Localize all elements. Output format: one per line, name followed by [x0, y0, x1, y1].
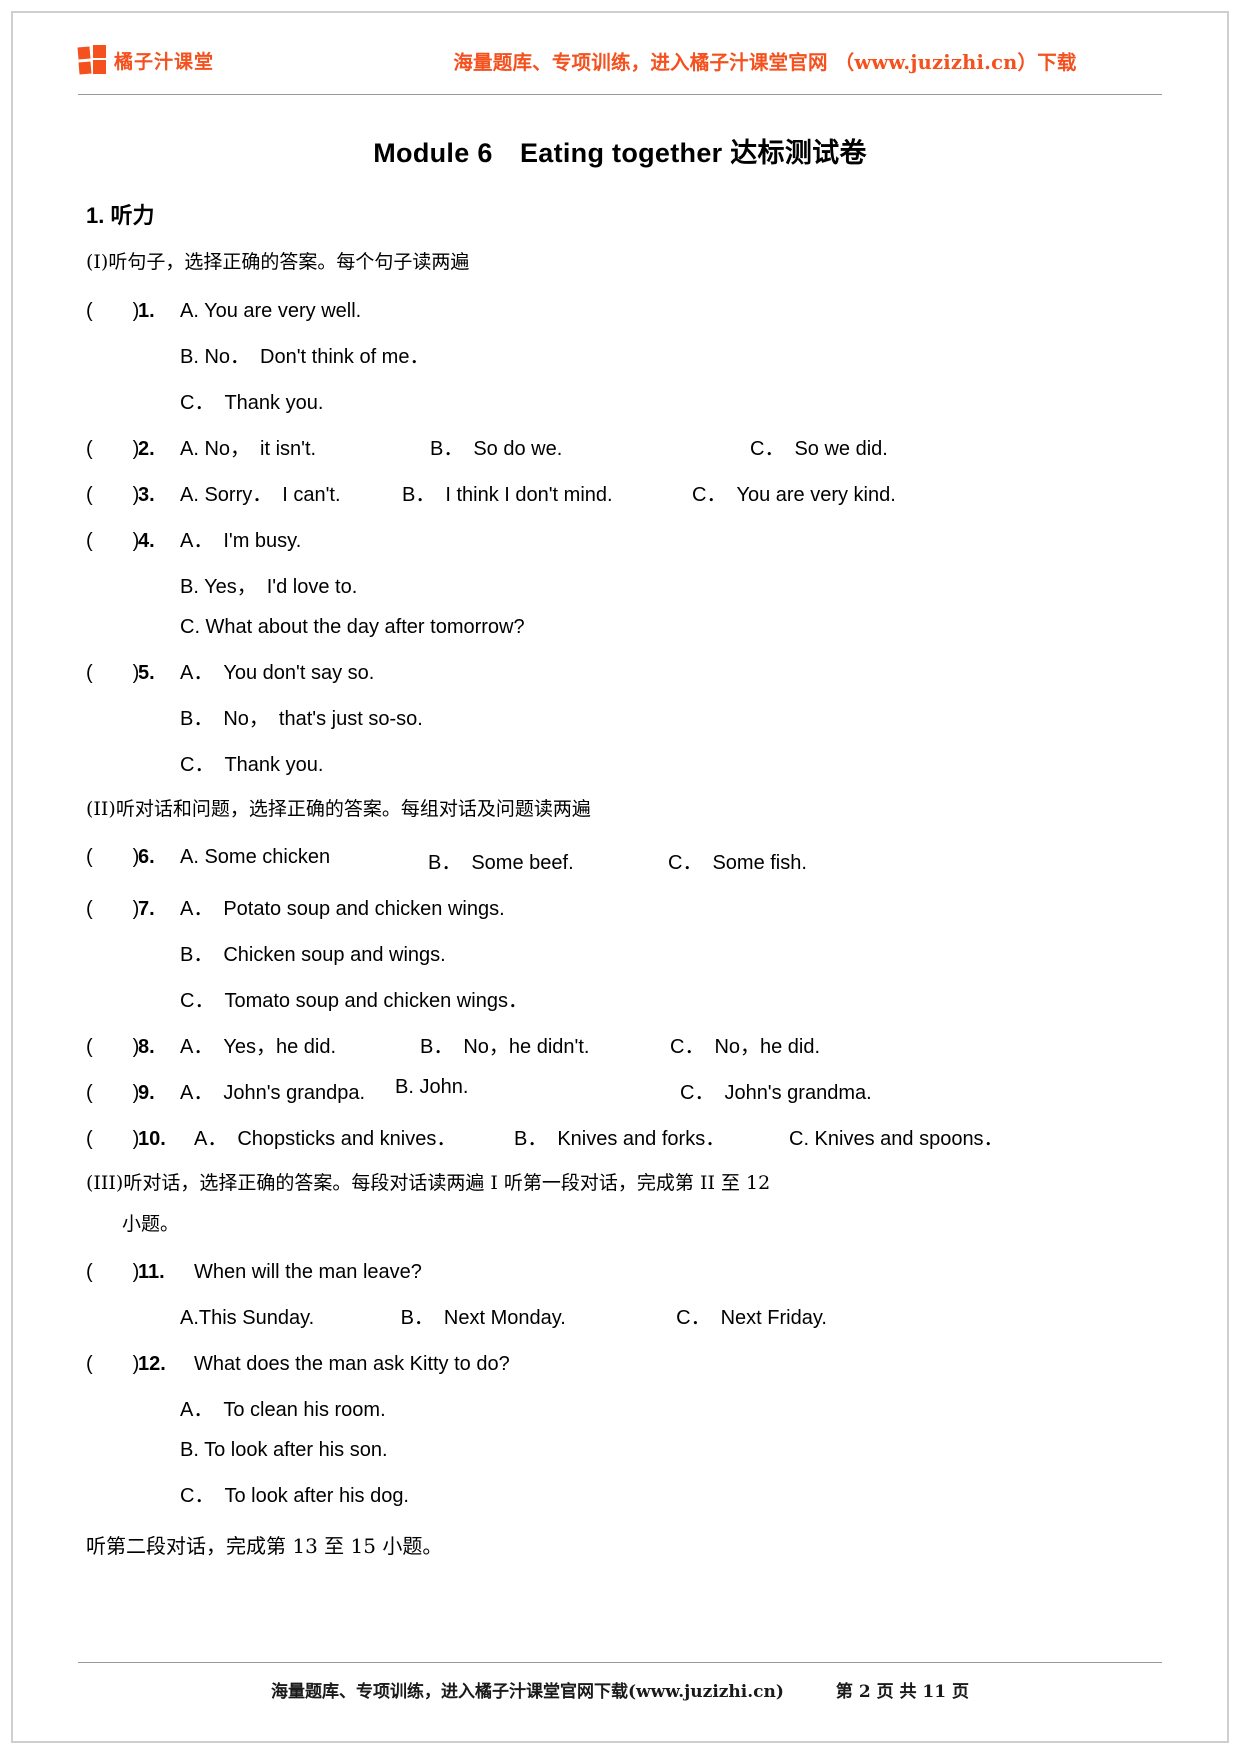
option-a: A． Potato soup and chicken wings. [180, 898, 505, 920]
question-stem: When will the man leave? [194, 1261, 422, 1283]
option-a: A． John's grandpa. [180, 1082, 366, 1104]
option-b: B． Some beef. [428, 852, 574, 874]
option-b: B． Knives and forks． [514, 1128, 726, 1150]
option-c: C． Some fish. [668, 852, 807, 874]
directive-part-1: (I)听句子，选择正确的答案。每个句子读两遍 [86, 251, 470, 273]
question-row: ( ) 12. What does the man ask Kitty to d… [86, 1347, 1162, 1376]
option-b: B． No， that's just so-so. [180, 707, 423, 730]
option-c: C. What about the day after tomorrow? [180, 615, 525, 638]
option-c: C. Knives and spoons． [789, 1128, 1004, 1150]
option-c: C． Thank you. [180, 753, 324, 776]
option-a: A. Some chicken [180, 846, 331, 868]
answer-bracket[interactable]: ( ) [86, 1347, 139, 1376]
answer-bracket[interactable]: ( ) [86, 478, 139, 507]
brand: 橘子汁课堂 [77, 45, 378, 75]
question-number: 3. [138, 483, 155, 506]
answer-bracket[interactable]: ( ) [86, 432, 139, 461]
page-content: 橘子汁课堂 海量题库、专项训练，进入橘子汁课堂官网 （www.juzizhi.c… [0, 0, 1240, 1754]
directive-part-3-line2: 小题。 [122, 1212, 180, 1235]
answer-bracket[interactable]: ( ) [86, 524, 139, 553]
option-b: B． Next Monday. [400, 1307, 566, 1329]
question-number: 4. [138, 529, 155, 552]
option-a: A. No， it isn't. [180, 437, 317, 460]
option-b: B． So do we. [430, 437, 563, 460]
question-row: ( ) 1. A. You are very well. [86, 294, 1162, 323]
directive-part-3: (III)听对话，选择正确的答案。每段对话读两遍 I 听第一段对话，完成第 II… [86, 1169, 1162, 1238]
question-number: 9. [138, 1082, 155, 1104]
option-c: C． No，he did. [670, 1036, 821, 1058]
answer-bracket[interactable]: ( ) [86, 656, 139, 685]
question-row: ( ) 2. A. No， it isn't. B． So do we. C． … [86, 432, 1162, 461]
question-number: 2. [138, 437, 155, 460]
answer-bracket[interactable]: ( ) [86, 294, 139, 323]
question-row: ( ) 3. A. Sorry． I can't. B． I think I d… [86, 478, 1162, 507]
question-row: ( ) 6. A. Some chicken B． Some beef. C． … [86, 840, 1162, 875]
document-page: 橘子汁课堂 海量题库、专项训练，进入橘子汁课堂官网 （www.juzizhi.c… [0, 0, 1240, 1754]
option-b: B. To look after his son. [180, 1439, 388, 1461]
directive-part-3-line1: (III)听对话，选择正确的答案。每段对话读两遍 I 听第一段对话，完成第 II… [86, 1172, 771, 1194]
question-row: ( ) 7. A． Potato soup and chicken wings. [86, 892, 1162, 921]
option-a: A. You are very well. [180, 299, 362, 322]
question-number: 1. [138, 299, 155, 322]
footer-page-number: 第 2 页 共 11 页 [835, 1682, 969, 1702]
page-header: 橘子汁课堂 海量题库、专项训练，进入橘子汁课堂官网 （www.juzizhi.c… [77, 30, 1162, 86]
option-a: A． You don't say so. [180, 661, 375, 684]
option-c: C． To look after his dog. [180, 1485, 409, 1507]
option-b: B. Yes， I'd love to. [180, 575, 358, 598]
section-heading-listening: 1. 听力 [86, 203, 155, 228]
question-number: 11. [138, 1261, 165, 1283]
question-row: ( ) 8. A． Yes，he did. B． No，he didn't. C… [86, 1030, 1162, 1059]
answer-bracket[interactable]: ( ) [86, 1076, 139, 1105]
option-b: B. No． Don't think of me． [180, 345, 430, 368]
question-number: 7. [138, 898, 155, 920]
option-b: B． No，he didn't. [420, 1036, 590, 1058]
page-title: Module 6 Eating together 达标测试卷 [373, 138, 867, 168]
option-c: C． Thank you. [180, 391, 324, 414]
question-number: 5. [138, 661, 155, 684]
option-a: A． I'm busy. [180, 529, 302, 552]
footer-divider [78, 1662, 1162, 1663]
option-row: A.This Sunday. B． Next Monday. C． Next F… [86, 1301, 1162, 1330]
option-a: A． Chopsticks and knives． [194, 1128, 457, 1150]
option-c: C． You are very kind. [692, 483, 896, 506]
option-c: C． Next Friday. [676, 1307, 827, 1329]
question-row: ( ) 10. A． Chopsticks and knives． B． Kni… [86, 1122, 1162, 1151]
answer-bracket[interactable]: ( ) [86, 1255, 139, 1284]
tail-note: 听第二段对话，完成第 13 至 15 小题。 [86, 1534, 443, 1558]
option-c: C． Tomato soup and chicken wings． [180, 990, 528, 1012]
question-stem: What does the man ask Kitty to do? [194, 1353, 510, 1375]
option-b: B． I think I don't mind. [402, 483, 613, 506]
question-number: 8. [138, 1036, 155, 1058]
question-number: 6. [138, 846, 155, 868]
question-number: 12. [138, 1353, 166, 1375]
logo-icon [77, 45, 108, 75]
option-c: C． John's grandma. [680, 1082, 872, 1104]
option-a: A.This Sunday. [180, 1307, 315, 1329]
answer-bracket[interactable]: ( ) [86, 1030, 139, 1059]
option-a: A． To clean his room. [180, 1399, 386, 1421]
option-c: C． So we did. [750, 437, 888, 460]
directive-part-2: (II)听对话和问题，选择正确的答案。每组对话及问题读两遍 [86, 797, 591, 820]
question-row: ( ) 11. When will the man leave? [86, 1255, 1162, 1284]
brand-name: 橘子汁课堂 [114, 50, 215, 73]
option-a: A． Yes，he did. [180, 1036, 337, 1058]
footer-note: 海量题库、专项训练，进入橘子汁课堂官网下载(www.juzizhi.cn) [271, 1682, 784, 1702]
question-row: ( ) 4. A． I'm busy. [86, 524, 1162, 553]
answer-bracket[interactable]: ( ) [86, 1122, 139, 1151]
page-footer: 海量题库、专项训练，进入橘子汁课堂官网下载(www.juzizhi.cn) 第 … [78, 1662, 1162, 1702]
question-row: ( ) 9. A． John's grandpa. B. John. C． Jo… [86, 1076, 1162, 1105]
header-banner-text: 海量题库、专项训练，进入橘子汁课堂官网 （www.juzizhi.cn）下载 [453, 50, 1077, 74]
option-a: A. Sorry． I can't. [180, 483, 341, 506]
answer-bracket[interactable]: ( ) [86, 840, 139, 869]
option-b: B． Chicken soup and wings. [180, 944, 446, 966]
question-row: ( ) 5. A． You don't say so. [86, 656, 1162, 685]
option-b: B. John. [395, 1076, 469, 1098]
header-divider [78, 94, 1162, 95]
question-number: 10. [138, 1128, 166, 1150]
answer-bracket[interactable]: ( ) [86, 892, 139, 921]
